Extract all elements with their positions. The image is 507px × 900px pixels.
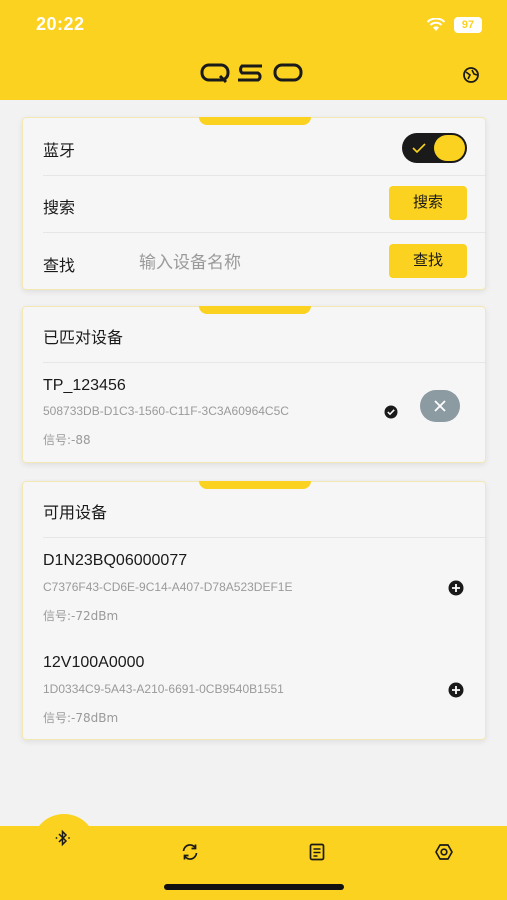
remove-device-button[interactable] — [420, 390, 460, 422]
bluetooth-toggle[interactable] — [402, 133, 467, 163]
add-device-icon[interactable] — [448, 580, 464, 596]
app-header: 20:22 97 — [0, 0, 507, 100]
divider — [43, 175, 487, 176]
battery-icon: 97 — [454, 17, 482, 33]
paired-devices-card: 已匹对设备 TP_123456 508733DB-D1C3-1560-C11F-… — [22, 306, 487, 464]
toggle-knob — [434, 135, 465, 161]
check-icon — [412, 143, 426, 154]
search-button[interactable]: 搜索 — [389, 186, 467, 220]
status-bar: 20:22 97 — [0, 0, 507, 52]
controls-card: 蓝牙 搜索 搜索 查找 查找 — [22, 117, 487, 290]
globe-icon[interactable] — [462, 66, 480, 84]
available-device-item[interactable]: D1N23BQ06000077 C7376F43-CD6E-9C14-A407-… — [23, 538, 485, 638]
available-devices-card: 可用设备 D1N23BQ06000077 C7376F43-CD6E-9C14-… — [22, 481, 487, 740]
status-time: 20:22 — [36, 14, 85, 34]
device-signal: 信号:-78dBm — [43, 711, 119, 725]
wifi-icon — [426, 18, 446, 31]
device-name: 12V100A0000 — [43, 654, 145, 671]
add-device-icon[interactable] — [448, 682, 464, 698]
available-device-item[interactable]: 12V100A0000 1D0334C9-5A43-A210-6691-0CB9… — [23, 640, 485, 740]
device-id: 1D0334C9-5A43-A210-6691-0CB9540B1551 — [43, 682, 284, 696]
card-tab-decoration — [199, 117, 311, 125]
bluetooth-icon[interactable] — [53, 828, 73, 848]
close-icon — [434, 400, 446, 412]
verified-check-icon — [384, 405, 398, 419]
qso-logo — [200, 63, 303, 84]
search-label: 搜索 — [43, 198, 76, 217]
card-tab-decoration — [199, 481, 311, 489]
find-button[interactable]: 查找 — [389, 244, 467, 278]
device-signal: 信号:-72dBm — [43, 609, 119, 623]
home-indicator — [164, 884, 344, 890]
device-id: C7376F43-CD6E-9C14-A407-D78A523DEF1E — [43, 580, 293, 594]
find-label: 查找 — [43, 256, 76, 275]
device-id: 508733DB-D1C3-1560-C11F-3C3A60964C5C — [43, 404, 289, 418]
settings-icon[interactable] — [434, 842, 454, 862]
document-icon[interactable] — [307, 842, 327, 862]
device-name-input[interactable] — [139, 248, 379, 278]
available-section-title: 可用设备 — [43, 503, 108, 522]
bluetooth-label: 蓝牙 — [43, 141, 76, 160]
refresh-icon[interactable] — [180, 842, 200, 862]
device-signal: 信号:-88 — [43, 433, 91, 447]
paired-device-item[interactable]: TP_123456 508733DB-D1C3-1560-C11F-3C3A60… — [23, 307, 485, 464]
device-name: D1N23BQ06000077 — [43, 552, 188, 569]
device-name: TP_123456 — [43, 377, 126, 394]
divider — [43, 232, 487, 233]
